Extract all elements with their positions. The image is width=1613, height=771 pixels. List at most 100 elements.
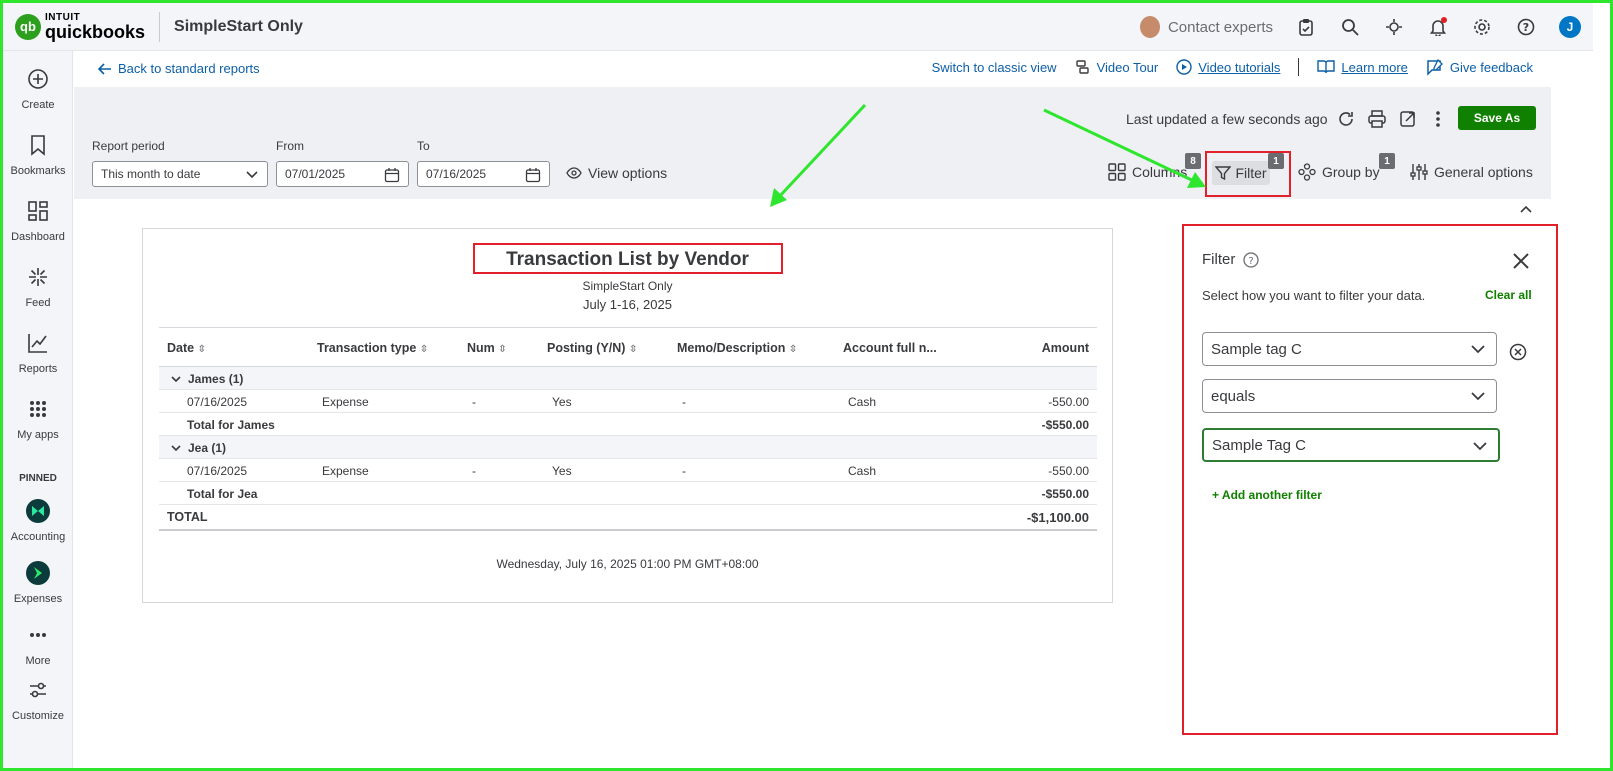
refresh-icon[interactable] (1334, 107, 1358, 131)
filter-field-select[interactable]: Sample tag C (1202, 332, 1497, 366)
help-icon[interactable]: ? (1515, 16, 1537, 38)
back-to-reports-label: Back to standard reports (118, 61, 260, 76)
general-options-button[interactable]: General options (1410, 163, 1533, 181)
filter-value-select[interactable]: Sample Tag C (1202, 428, 1500, 462)
clear-all-link[interactable]: Clear all (1485, 288, 1532, 302)
table-row[interactable]: 07/16/2025 Expense - Yes - Cash -550.00 (159, 459, 1097, 482)
feed-icon (3, 265, 73, 289)
cell-transaction-type: Expense (322, 395, 369, 409)
chevron-down-icon[interactable] (171, 372, 181, 386)
report-period-select[interactable]: This month to date (92, 161, 268, 187)
column-header-account[interactable]: Account full n... (843, 341, 937, 355)
export-icon[interactable] (1396, 107, 1420, 131)
lightbulb-icon[interactable] (1383, 16, 1405, 38)
filter-operator-select[interactable]: equals (1202, 379, 1497, 413)
nav-my-apps[interactable]: My apps (3, 397, 73, 441)
nav-customize[interactable]: Customize (3, 678, 73, 722)
more-options-icon[interactable] (1426, 107, 1450, 131)
report-title[interactable]: Transaction List by Vendor (143, 249, 1112, 271)
calendar-icon[interactable] (525, 167, 541, 183)
column-header-transaction-type[interactable]: Transaction type ⇳ (317, 341, 428, 355)
filter-button[interactable]: Filter (1212, 161, 1270, 185)
logo-intuit: INTUIT (45, 11, 81, 23)
logo-quickbooks: quickbooks (45, 21, 146, 42)
filter-label: Filter (1235, 165, 1267, 181)
sort-icon: ⇳ (197, 344, 206, 355)
group-total-row: Total for James -$550.00 (159, 413, 1097, 436)
sliders-icon (1410, 164, 1428, 180)
nav-more[interactable]: More (3, 623, 73, 665)
video-tutorials-link[interactable]: Video tutorials (1176, 59, 1280, 75)
report-period-label: Report period (92, 139, 165, 153)
nav-feed[interactable]: Feed (3, 265, 73, 309)
notification-bell-icon[interactable] (1427, 16, 1449, 38)
nav-create[interactable]: Create (3, 67, 73, 111)
nav-dashboard[interactable]: Dashboard (3, 199, 73, 243)
quickbooks-logo[interactable]: qb INTUIT quickbooks (15, 11, 146, 42)
grand-total-row: TOTAL -$1,100.00 (159, 505, 1097, 531)
svg-text:?: ? (1523, 21, 1529, 34)
nav-more-label: More (25, 655, 51, 665)
user-avatar[interactable]: J (1559, 16, 1581, 38)
column-header-date-label: Date (167, 341, 195, 355)
nav-create-label: Create (21, 99, 55, 111)
column-header-amount[interactable]: Amount (1042, 341, 1089, 355)
view-options-button[interactable]: View options (566, 165, 667, 181)
search-icon[interactable] (1339, 16, 1361, 38)
group-by-count-badge: 1 (1379, 153, 1395, 169)
give-feedback-link[interactable]: Give feedback (1426, 58, 1533, 76)
expert-avatar-icon (1139, 16, 1160, 38)
column-header-posting[interactable]: Posting (Y/N) ⇳ (547, 341, 637, 355)
nav-reports-label: Reports (18, 363, 58, 375)
topbar-actions: Contact experts ? J (1139, 3, 1581, 51)
nav-expenses[interactable]: Expenses (3, 561, 73, 605)
clipboard-icon[interactable] (1295, 16, 1317, 38)
nav-bookmarks[interactable]: Bookmarks (3, 133, 73, 177)
view-options-label: View options (588, 165, 668, 181)
remove-filter-icon[interactable] (1509, 343, 1527, 361)
cell-memo: - (682, 464, 686, 478)
qb-logo-icon: qb (15, 13, 41, 40)
report-table: Date ⇳ Transaction type ⇳ Num ⇳ Posting … (159, 327, 1097, 531)
contact-experts-button[interactable]: Contact experts (1139, 16, 1273, 38)
filter-panel-title-text: Filter (1202, 251, 1236, 268)
columns-button[interactable]: Columns (1108, 163, 1187, 181)
column-header-memo-label: Memo/Description (677, 341, 786, 355)
filter-field-value: Sample tag C (1211, 340, 1302, 358)
plus-circle-icon (3, 67, 73, 91)
add-another-filter-link[interactable]: + Add another filter (1212, 488, 1322, 502)
dashboard-icon (3, 199, 73, 223)
accounting-icon-wrap (3, 499, 73, 523)
column-header-date[interactable]: Date ⇳ (167, 341, 206, 355)
group-by-button[interactable]: Group by (1298, 163, 1380, 181)
from-date-input[interactable]: 07/01/2025 (276, 161, 409, 187)
column-header-memo[interactable]: Memo/Description ⇳ (677, 341, 797, 355)
column-header-num[interactable]: Num ⇳ (467, 341, 507, 355)
group-row-jea[interactable]: Jea (1) (159, 436, 1097, 459)
chevron-down-icon[interactable] (171, 441, 181, 455)
save-as-button[interactable]: Save As (1458, 106, 1536, 130)
gear-icon[interactable] (1471, 16, 1493, 38)
apps-grid-icon (3, 397, 73, 421)
report-period-value: This month to date (101, 167, 201, 181)
group-row-james[interactable]: James (1) (159, 367, 1097, 390)
bookmark-icon (3, 133, 73, 157)
print-icon[interactable] (1365, 107, 1389, 131)
video-tour-link[interactable]: Video Tour (1075, 59, 1158, 75)
columns-count-badge: 8 (1185, 153, 1201, 169)
close-icon[interactable] (1510, 250, 1532, 272)
nav-feed-label: Feed (25, 297, 51, 309)
learn-more-link[interactable]: Learn more (1317, 59, 1408, 75)
back-to-reports-link[interactable]: Back to standard reports (98, 61, 260, 76)
nav-reports[interactable]: Reports (3, 331, 73, 375)
grand-total-label: TOTAL (167, 510, 208, 524)
switch-classic-view-link[interactable]: Switch to classic view (932, 60, 1057, 75)
help-icon[interactable]: ? (1243, 251, 1259, 268)
chevron-up-icon[interactable] (1518, 203, 1534, 217)
table-row[interactable]: 07/16/2025 Expense - Yes - Cash -550.00 (159, 390, 1097, 413)
left-navigation: Create Bookmarks Dashboard Feed Reports … (3, 51, 73, 768)
calendar-icon[interactable] (384, 167, 400, 183)
to-date-input[interactable]: 07/16/2025 (417, 161, 550, 187)
nav-accounting[interactable]: Accounting (3, 499, 73, 543)
column-header-posting-label: Posting (Y/N) (547, 341, 626, 355)
